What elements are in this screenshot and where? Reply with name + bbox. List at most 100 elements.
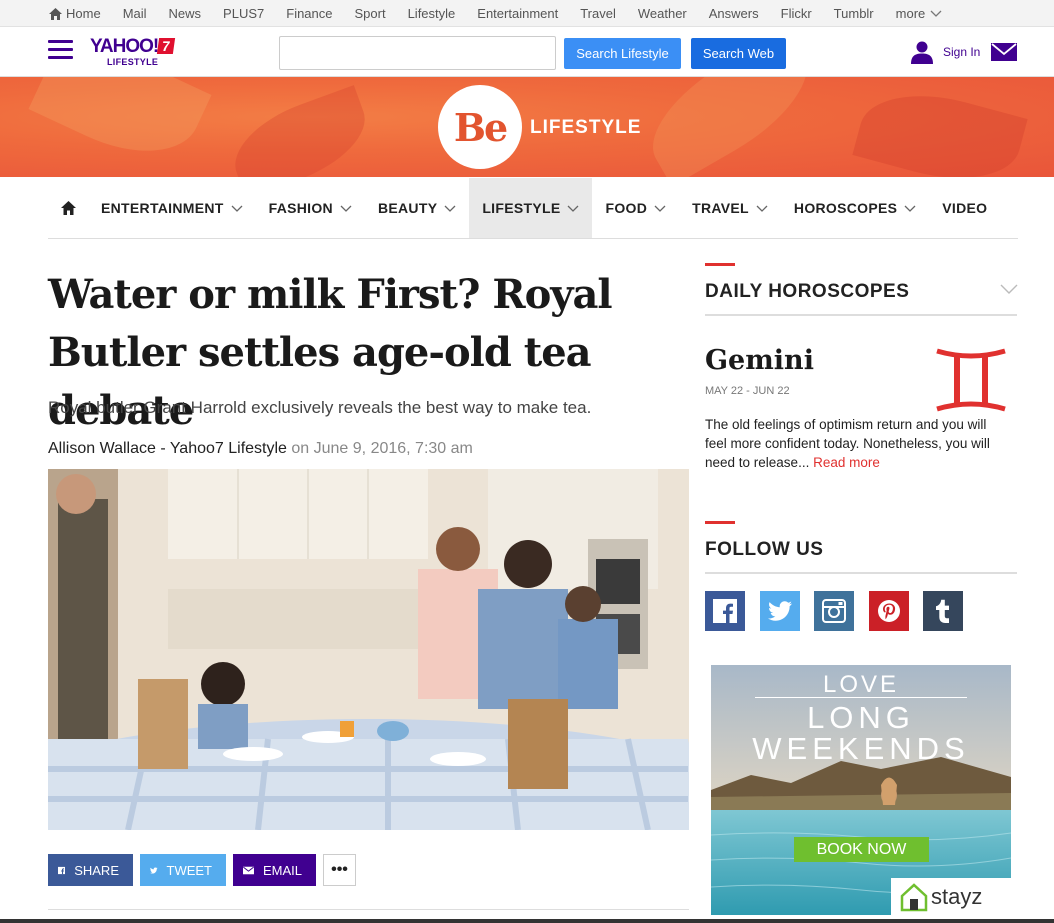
utility-link-more[interactable]: more xyxy=(896,6,943,21)
nav-item-lifestyle[interactable]: LIFESTYLE xyxy=(469,178,593,238)
divider xyxy=(48,909,689,910)
utility-link-sport[interactable]: Sport xyxy=(355,6,386,21)
chevron-down-icon xyxy=(340,205,352,212)
nav-item-horoscopes[interactable]: HOROSCOPES xyxy=(781,178,929,238)
nav-item-beauty[interactable]: BEAUTY xyxy=(365,178,469,238)
stayz-advertisement[interactable]: LOVE LONG WEEKENDS BOOK NOW stayz xyxy=(711,665,1011,915)
tumblr-link[interactable] xyxy=(923,591,963,631)
article-author[interactable]: Allison Wallace - Yahoo7 Lifestyle xyxy=(48,440,287,457)
yahoo7-lifestyle-logo[interactable]: YAHOO! 7 LIFESTYLE xyxy=(90,36,190,70)
house-icon xyxy=(900,883,928,912)
utility-link-plus7[interactable]: PLUS7 xyxy=(223,6,264,21)
horoscope-sign-name[interactable]: Gemini xyxy=(705,345,814,376)
nav-item-travel[interactable]: TRAVEL xyxy=(679,178,781,238)
banner-leaf-decoration xyxy=(632,77,828,177)
banner-leaf-decoration xyxy=(222,85,378,177)
utility-link-mail[interactable]: Mail xyxy=(123,6,147,21)
nav-item-label: ENTERTAINMENT xyxy=(101,200,224,216)
chevron-down-icon xyxy=(930,10,942,17)
horoscope-excerpt: The old feelings of optimism return and … xyxy=(705,415,995,472)
search-lifestyle-button[interactable]: Search Lifestyle xyxy=(564,38,681,69)
mail-icon[interactable] xyxy=(991,43,1017,61)
nav-item-label: FASHION xyxy=(268,200,333,216)
read-more-link[interactable]: Read more xyxy=(813,455,880,470)
section-accent xyxy=(705,521,735,524)
be-logo[interactable]: Be xyxy=(438,85,522,169)
instagram-icon xyxy=(822,599,846,623)
site-header: YAHOO! 7 LIFESTYLE Search Lifestyle Sear… xyxy=(0,28,1054,77)
utility-link-weather[interactable]: Weather xyxy=(638,6,687,21)
logo-subtitle: LIFESTYLE xyxy=(107,57,159,67)
nav-item-video[interactable]: VIDEO xyxy=(929,178,1000,238)
page-bottom-edge xyxy=(0,919,1054,923)
nav-home[interactable] xyxy=(48,178,88,238)
facebook-share-button[interactable]: SHARE xyxy=(48,854,133,886)
hamburger-menu-icon[interactable] xyxy=(48,40,73,59)
instagram-link[interactable] xyxy=(814,591,854,631)
nav-item-label: BEAUTY xyxy=(377,200,438,216)
pinterest-icon xyxy=(877,600,900,622)
logo-wordmark: YAHOO! xyxy=(90,36,159,57)
gemini-icon xyxy=(936,348,1006,412)
twitter-tweet-button[interactable]: TWEET xyxy=(140,854,226,886)
facebook-link[interactable] xyxy=(705,591,745,631)
mail-icon xyxy=(243,866,254,874)
nav-item-label: TRAVEL xyxy=(692,200,749,216)
tumblr-icon xyxy=(936,599,949,623)
utility-link-tumblr[interactable]: Tumblr xyxy=(834,6,874,21)
ad-headline-weekends: WEEKENDS xyxy=(752,731,970,766)
section-banner: Be LIFESTYLE xyxy=(0,77,1054,177)
article-byline: Allison Wallace - Yahoo7 Lifestyle on Ju… xyxy=(48,440,473,458)
chevron-down-icon xyxy=(444,205,456,212)
book-now-button[interactable]: BOOK NOW xyxy=(794,837,929,862)
pinterest-link[interactable] xyxy=(868,591,909,631)
search-web-button[interactable]: Search Web xyxy=(691,38,786,69)
chevron-down-icon xyxy=(568,205,579,212)
chevron-down-icon xyxy=(654,205,666,212)
twitter-icon xyxy=(767,601,792,621)
facebook-icon xyxy=(713,599,737,623)
home-icon xyxy=(49,7,62,20)
utility-more-label: more xyxy=(895,6,926,21)
nav-item-entertainment[interactable]: ENTERTAINMENT xyxy=(88,178,256,238)
utility-link-news[interactable]: News xyxy=(169,6,202,21)
follow-us-title: FOLLOW US xyxy=(705,539,824,560)
chevron-down-icon[interactable] xyxy=(1000,284,1018,294)
chevron-down-icon xyxy=(231,205,243,212)
home-icon xyxy=(60,201,76,215)
twitter-link[interactable] xyxy=(759,591,800,631)
utility-link-home[interactable]: Home xyxy=(49,6,101,21)
utility-link-finance[interactable]: Finance xyxy=(286,6,332,21)
utility-link-flickr[interactable]: Flickr xyxy=(781,6,812,21)
user-icon[interactable] xyxy=(910,40,934,64)
be-logo-text: Be xyxy=(453,105,508,150)
email-share-button[interactable]: EMAIL xyxy=(233,854,316,886)
top-utility-bar: Home Mail News PLUS7 Finance Sport Lifes… xyxy=(0,0,1054,27)
kitchen-scene-illustration xyxy=(48,469,689,830)
chevron-down-icon xyxy=(904,205,916,212)
nav-item-food[interactable]: FOOD xyxy=(592,178,679,238)
banner-section-title: LIFESTYLE xyxy=(530,117,642,138)
nav-item-fashion[interactable]: FASHION xyxy=(256,178,365,238)
signin-link[interactable]: Sign In xyxy=(943,45,980,59)
share-buttons: SHARE TWEET EMAIL ••• xyxy=(48,854,356,886)
utility-link-entertainment[interactable]: Entertainment xyxy=(477,6,558,21)
utility-link-travel[interactable]: Travel xyxy=(580,6,616,21)
article-hero-image[interactable] xyxy=(48,469,689,830)
stayz-logo: stayz xyxy=(891,878,1011,915)
utility-link-lifestyle[interactable]: Lifestyle xyxy=(408,6,456,21)
more-share-button[interactable]: ••• xyxy=(323,854,356,886)
horoscopes-title: DAILY HOROSCOPES xyxy=(705,281,910,302)
ad-headline-long: LONG xyxy=(807,700,915,735)
divider xyxy=(705,314,1017,316)
utility-link-answers[interactable]: Answers xyxy=(709,6,759,21)
nav-item-label: LIFESTYLE xyxy=(482,200,561,216)
utility-nav: Home Mail News PLUS7 Finance Sport Lifes… xyxy=(49,6,964,21)
section-accent xyxy=(705,263,735,266)
nav-item-label: FOOD xyxy=(605,200,648,216)
share-label: EMAIL xyxy=(262,862,302,878)
nav-item-label: HOROSCOPES xyxy=(793,200,898,216)
search-input[interactable] xyxy=(279,36,556,70)
logo-seven-mark: 7 xyxy=(156,38,176,54)
divider xyxy=(705,572,1017,574)
